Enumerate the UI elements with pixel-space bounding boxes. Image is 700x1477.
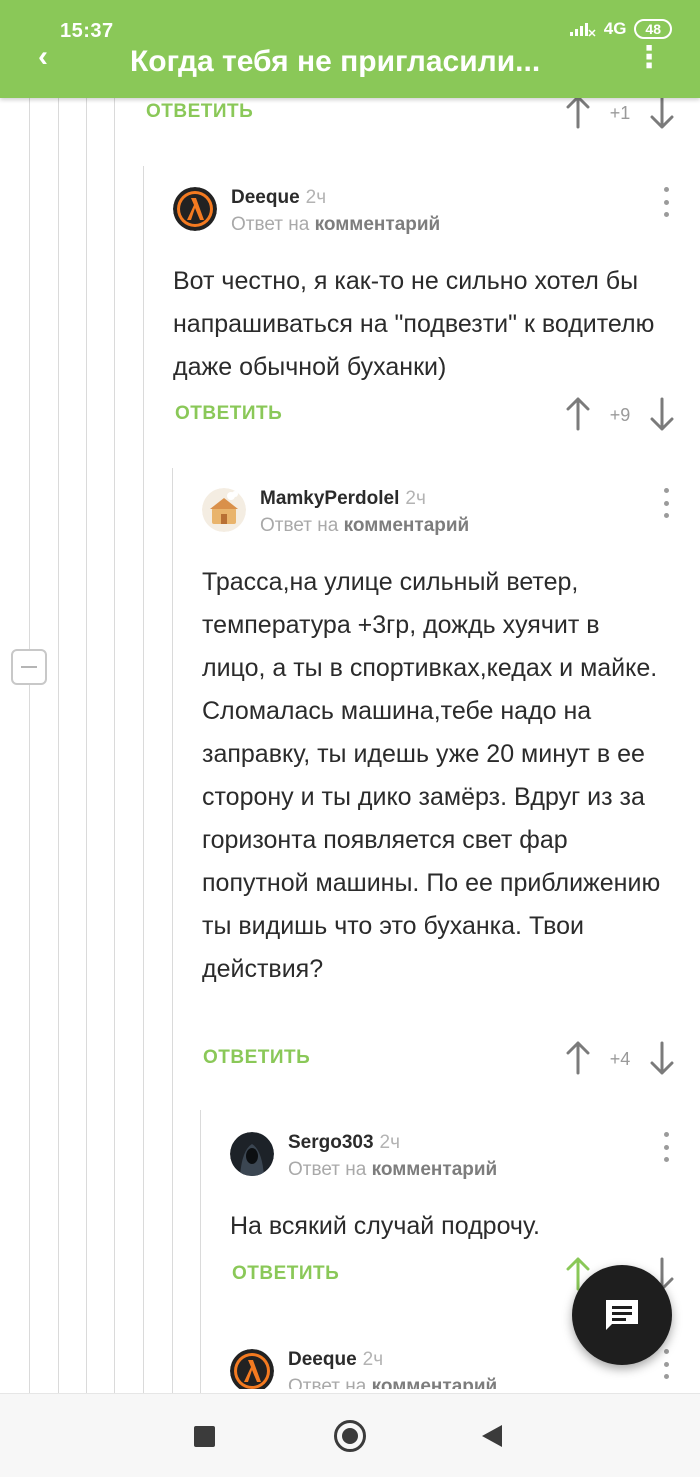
app-header: 15:37 4G 48 ‹ Когда тебя не пригласили..… [0,0,700,98]
reply-to-line: Ответ на комментарий [231,214,440,236]
cartoon-house-avatar[interactable] [202,488,246,532]
comment-body: Вот честно, я как-то не сильно хотел бы … [173,267,655,381]
reply-to-prefix: Ответ на [260,515,339,536]
minus-icon [21,666,37,668]
more-options-icon[interactable] [659,488,673,518]
half-life-lambda-icon[interactable] [173,187,217,231]
comment: Sergo303 2ч Ответ на комментарий На всяки… [230,1132,673,1248]
author-name[interactable]: Deeque [231,187,300,208]
vote-count: +9 [609,405,631,425]
comment-actions: ОТВЕТИТЬ +9 [175,397,674,433]
author-line: MamkyPerdolel 2ч [260,488,426,510]
author-line: Deeque 2ч [231,187,326,209]
author-name[interactable]: Deeque [288,1349,357,1370]
upvote-arrow-icon[interactable] [566,397,590,431]
reply-to-line: Ответ на комментарий [260,515,469,537]
back-icon[interactable] [482,1425,502,1447]
signal-icon [569,23,596,37]
back-arrow-icon[interactable]: ‹ [38,40,48,74]
reply-to-line: Ответ на комментарий [288,1376,497,1389]
comment-time: 2ч [362,1349,384,1370]
thread-line [172,468,173,1393]
upvote-arrow-icon[interactable] [566,95,590,129]
comment-header: Deeque 2ч Ответ на комментарий [173,187,673,247]
more-options-icon[interactable] [659,1132,673,1162]
write-comment-button[interactable] [572,1265,672,1365]
author-name[interactable]: MamkyPerdolel [260,488,399,509]
thread-line [114,98,115,1393]
comment-actions: ОТВЕТИТЬ +1 [146,95,674,131]
downvote-arrow-icon[interactable] [650,95,674,129]
reply-to-link[interactable]: комментарий [372,1159,498,1180]
home-icon[interactable] [334,1420,366,1452]
vote-controls: +4 [566,1041,674,1077]
more-vert-icon[interactable]: ⋮ [634,40,664,75]
vote-controls: +1 [566,95,674,131]
comment-actions: ОТВЕТИТЬ +4 [203,1041,674,1077]
comment-time: 2ч [305,187,327,208]
reply-to-prefix: Ответ на [288,1376,367,1389]
vote-controls: +9 [566,397,674,433]
thread-line [29,98,30,1393]
reply-to-prefix: Ответ на [288,1159,367,1180]
downvote-arrow-icon[interactable] [650,397,674,431]
half-life-lambda-icon[interactable] [230,1349,274,1389]
reply-to-line: Ответ на комментарий [288,1159,497,1181]
recent-apps-icon[interactable] [194,1426,215,1447]
reply-to-prefix: Ответ на [231,214,310,235]
comment: MamkyPerdolel 2ч Ответ на комментарий Тра… [202,488,673,991]
reply-to-link[interactable]: комментарий [344,515,470,536]
downvote-arrow-icon[interactable] [650,1041,674,1075]
reply-button[interactable]: ОТВЕТИТЬ [232,1263,339,1285]
vote-count: +1 [609,103,631,123]
comment-body: На всякий случай подрочу. [230,1212,540,1240]
comment-header: Sergo303 2ч Ответ на комментарий [230,1132,673,1192]
thread-line [200,1110,201,1393]
vote-count: +4 [609,1049,631,1069]
author-name[interactable]: Sergo303 [288,1132,374,1153]
reply-button[interactable]: ОТВЕТИТЬ [175,403,282,425]
more-options-icon[interactable] [659,187,673,217]
more-options-icon[interactable] [659,1349,673,1379]
author-line: Deeque 2ч [288,1349,383,1371]
reply-to-link[interactable]: комментарий [315,214,441,235]
comment-time: 2ч [405,488,426,509]
thread-line [143,166,144,1393]
dark-hooded-figure-avatar[interactable] [230,1132,274,1176]
thread-line [86,98,87,1393]
collapse-thread-button[interactable] [11,649,47,685]
comment-time: 2ч [379,1132,401,1153]
battery-level: 48 [634,19,672,39]
comment-icon [606,1300,638,1330]
network-type: 4G [603,19,627,38]
status-indicators: 4G 48 [569,19,672,39]
upvote-arrow-icon[interactable] [566,1041,590,1075]
system-nav-bar [0,1393,700,1477]
comment: Deeque 2ч Ответ на комментарий Вот честно… [173,187,673,389]
page-title: Когда тебя не пригласили... [130,45,541,78]
thread-line [58,98,59,1393]
author-line: Sergo303 2ч [288,1132,400,1154]
comment-header: MamkyPerdolel 2ч Ответ на комментарий [202,488,673,548]
reply-button[interactable]: ОТВЕТИТЬ [146,101,253,123]
comment-body: Трасса,на улице сильный ветер, температу… [202,568,661,983]
reply-to-link[interactable]: комментарий [372,1376,498,1389]
status-time: 15:37 [60,20,114,42]
reply-button[interactable]: ОТВЕТИТЬ [203,1047,310,1069]
